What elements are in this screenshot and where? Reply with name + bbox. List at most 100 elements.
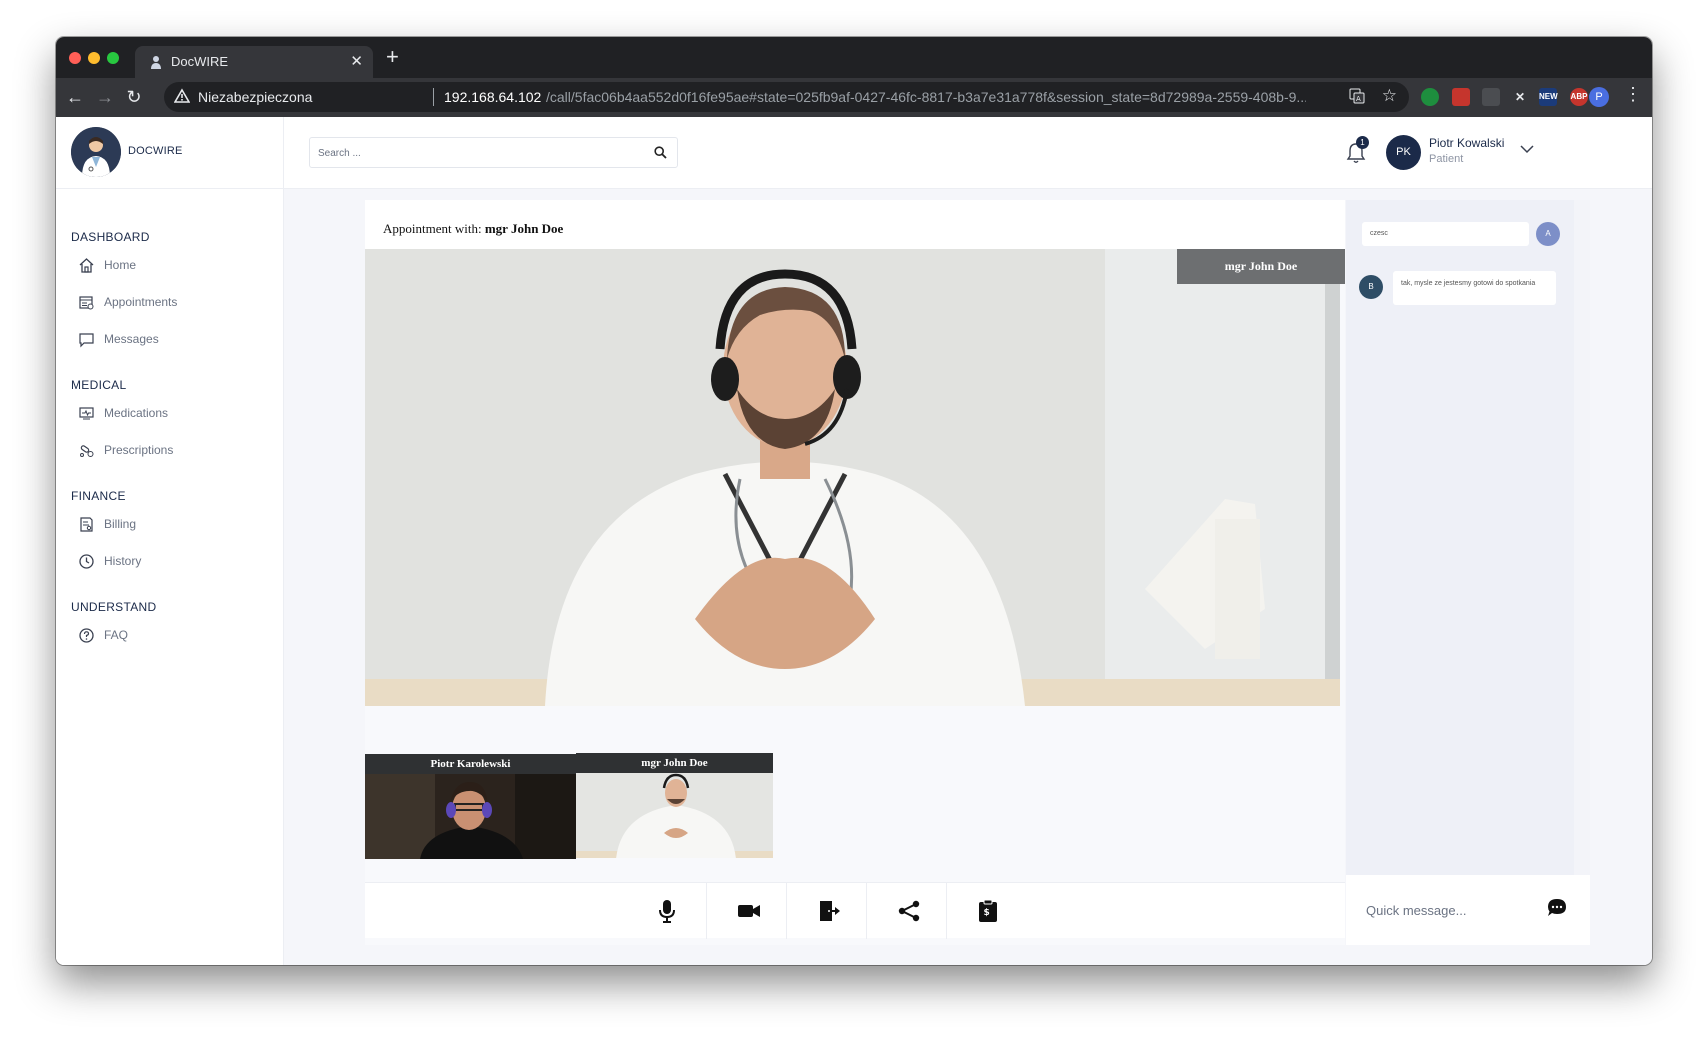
user-avatar[interactable]: PK (1386, 135, 1421, 170)
forward-icon[interactable]: → (94, 86, 116, 108)
logo-row: DOCWIRE (56, 117, 284, 189)
chat-message-right: czesc (1362, 222, 1529, 246)
appointments-icon (79, 296, 94, 310)
doctor-video-image (365, 249, 1340, 706)
video-thumbnail[interactable]: Piotr Karolewski (365, 754, 576, 859)
appointment-header: Appointment with: mgr John Doe (365, 200, 1345, 249)
sidebar-item-label: Home (104, 258, 137, 272)
sidebar-item-label: Prescriptions (104, 443, 174, 457)
browser-tab[interactable]: DocWIRE ✕ (135, 46, 373, 78)
tab-close-icon[interactable]: ✕ (350, 52, 363, 70)
red-extension-icon[interactable] (1452, 88, 1470, 106)
x-extension-icon[interactable]: ✕ (1511, 88, 1529, 106)
tab-bar: DocWIRE ✕ + (56, 37, 1652, 78)
translate-icon[interactable]: A (1349, 88, 1365, 104)
minimize-window-button[interactable] (88, 52, 100, 64)
prescription-clipboard-button[interactable]: $ (947, 883, 1027, 939)
new-tab-button[interactable]: + (386, 46, 399, 68)
search-icon[interactable] (654, 146, 667, 159)
back-icon[interactable]: ← (64, 86, 86, 108)
profile-avatar[interactable]: P (1589, 87, 1609, 107)
search-box (309, 137, 678, 168)
close-window-button[interactable] (69, 52, 81, 64)
search-input[interactable] (318, 143, 638, 163)
sidebar-item-history[interactable]: History (78, 551, 268, 573)
thumbnail-label: mgr John Doe (576, 753, 773, 773)
sidebar-item-faq[interactable]: FAQ (78, 625, 268, 647)
section-dashboard: DASHBOARD (71, 230, 150, 244)
chevron-down-icon[interactable] (1520, 145, 1534, 154)
sidebar-item-label: FAQ (104, 628, 129, 642)
billing-icon (80, 517, 93, 532)
docwire-favicon-icon (151, 56, 161, 69)
section-finance: FINANCE (71, 489, 126, 503)
notification-badge: 1 (1356, 136, 1369, 149)
green-circle-extension-icon[interactable] (1421, 88, 1439, 106)
browser-menu-icon[interactable]: ⋮ (1624, 84, 1642, 105)
bookmark-star-icon[interactable]: ☆ (1382, 86, 1397, 106)
sidebar-item-prescriptions[interactable]: Prescriptions (78, 440, 268, 462)
svg-text:$: $ (984, 908, 990, 918)
user-role: Patient (1429, 153, 1464, 165)
medications-icon (79, 407, 94, 420)
url-path: /call/5fac06b4aa552d0f16fe95ae#state=025… (546, 89, 1306, 105)
call-panel: Appointment with: mgr John Doe mgr John … (365, 200, 1345, 945)
abp-icon[interactable]: ABP (1570, 88, 1588, 106)
chat-scrollbar[interactable] (1574, 200, 1590, 875)
leave-call-button[interactable] (787, 883, 867, 939)
section-medical: MEDICAL (71, 378, 127, 392)
new-icon[interactable]: NEW (1539, 88, 1558, 106)
prescriptions-icon (80, 445, 94, 457)
sidebar-item-label: Appointments (104, 295, 178, 309)
quick-message-bar (1346, 875, 1590, 945)
user-name[interactable]: Piotr Kowalski (1429, 136, 1504, 150)
address-bar[interactable]: Niezabezpieczona 192.168.64.102 /call/5f… (164, 82, 1409, 112)
microphone-button[interactable] (627, 883, 707, 939)
sidebar-item-appointments[interactable]: Appointments (78, 292, 268, 314)
sidebar-item-label: Billing (104, 517, 137, 531)
sidebar-item-medications[interactable]: Medications (78, 403, 268, 425)
sidebar-item-billing[interactable]: Billing (78, 514, 268, 536)
thumbnail-label: Piotr Karolewski (365, 754, 576, 774)
maximize-window-button[interactable] (107, 52, 119, 64)
microphone-icon (659, 900, 675, 923)
call-controls: $ (365, 882, 1345, 939)
messages-icon (79, 333, 94, 348)
main-video-feed[interactable] (365, 249, 1340, 706)
warning-icon (174, 88, 190, 103)
send-chat-icon[interactable] (1547, 898, 1567, 918)
clipboard-icon: $ (979, 899, 997, 922)
reload-icon[interactable]: ↻ (123, 86, 145, 108)
grey-extension-icon[interactable] (1482, 88, 1500, 106)
video-thumbnail[interactable]: mgr John Doe (576, 753, 773, 858)
sidebar-item-label: Messages (104, 332, 159, 346)
chat-panel: czesc A B tak, mysle ze jestesmy gotowi … (1346, 200, 1590, 945)
url-host: 192.168.64.102 (444, 89, 542, 105)
appointment-title: Appointment with: mgr John Doe (383, 221, 563, 237)
appointment-prefix: Appointment with: (383, 221, 482, 236)
top-bar: 1 PK Piotr Kowalski Patient (284, 117, 1652, 189)
camera-button[interactable] (707, 883, 787, 939)
tab-title: DocWIRE (171, 54, 229, 69)
svg-text:A: A (1356, 95, 1361, 103)
sidebar: DOCWIRE DASHBOARD Home Appointments Mess… (56, 117, 284, 965)
chat-message-left: tak, mysle ze jestesmy gotowi do spotkan… (1393, 271, 1556, 305)
history-clock-icon (79, 554, 94, 569)
sidebar-item-home[interactable]: Home (78, 255, 268, 277)
quick-message-input[interactable] (1366, 900, 1526, 920)
sidebar-item-label: Medications (104, 406, 169, 420)
appointment-doctor: mgr John Doe (484, 221, 564, 236)
browser-toolbar: ← → ↻ Niezabezpieczona 192.168.64.102 /c… (56, 78, 1652, 117)
logo-doctor-avatar (71, 127, 121, 177)
share-button[interactable] (867, 883, 947, 939)
address-separator (433, 88, 434, 106)
home-icon (79, 258, 94, 273)
logo-text: DOCWIRE (128, 145, 183, 157)
sidebar-item-messages[interactable]: Messages (78, 329, 268, 351)
share-icon (898, 900, 920, 922)
main-video-label: mgr John Doe (1177, 249, 1345, 284)
security-label: Niezabezpieczona (198, 89, 313, 105)
sidebar-item-label: History (104, 554, 142, 568)
chat-avatar-a: A (1536, 222, 1560, 246)
section-understand: UNDERSTAND (71, 600, 157, 614)
